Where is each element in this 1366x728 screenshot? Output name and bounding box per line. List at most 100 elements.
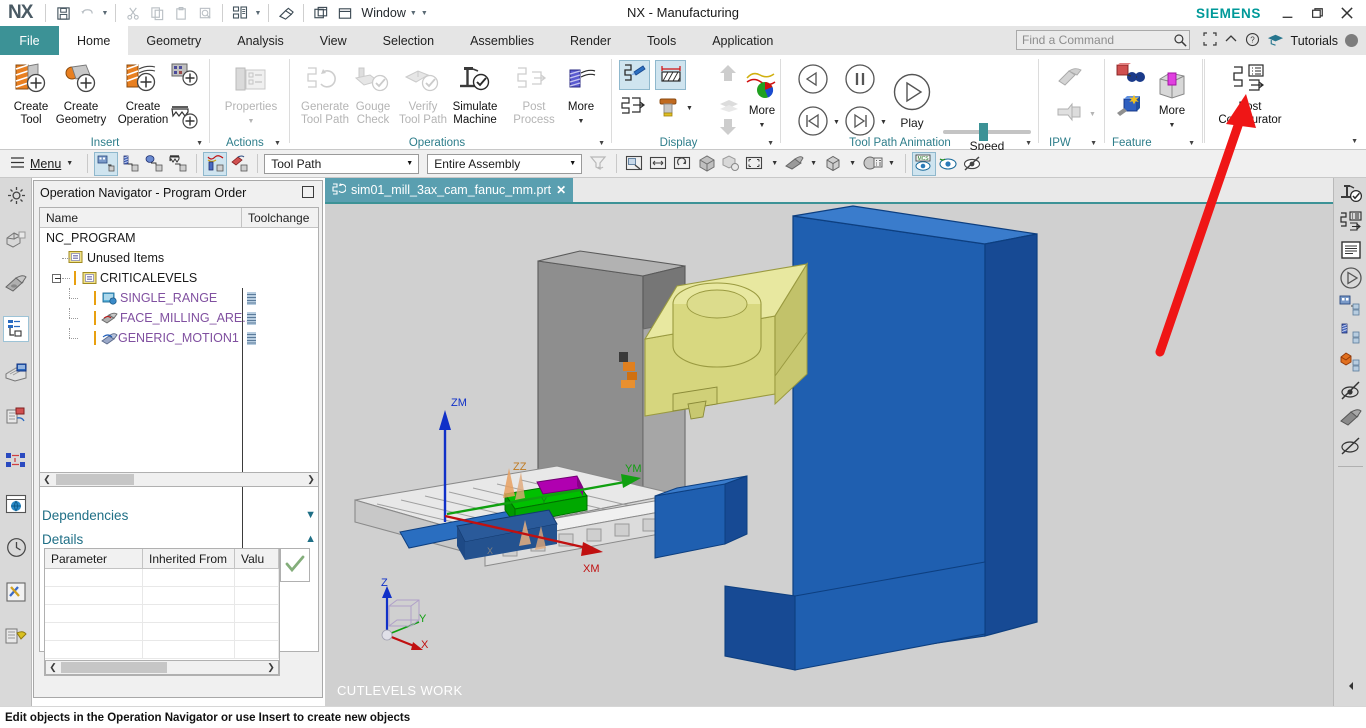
column-header-value[interactable]: Valu [235,549,279,568]
teach-feature-icon[interactable] [1114,94,1146,126]
post-configurator-button[interactable]: Post Configurator [1209,58,1291,138]
create-method-icon[interactable] [170,105,204,138]
resource-bar-item-assembly-navigator[interactable] [3,184,29,210]
right-bar-geometry-view[interactable] [1337,350,1364,376]
details-horizontal-scrollbar[interactable]: ❮ ❯ [45,660,279,675]
ipw-group-expand-arrow-icon[interactable]: ▼ [1090,140,1097,147]
tree-horizontal-scrollbar[interactable]: ❮ ❯ [39,472,319,487]
table-row[interactable]: SINGLE_RANGE [40,288,318,308]
restore-icon[interactable] [1302,1,1332,25]
section-dependencies[interactable]: Dependencies ▼ [34,503,324,527]
fullscreen-icon[interactable] [1202,32,1217,49]
speed-slider[interactable] [943,123,1031,141]
transform-icon[interactable] [228,2,252,24]
transform-dropdown-caret-icon[interactable]: ▼ [252,10,263,17]
resource-bar-item-part-navigator[interactable] [3,228,29,254]
tab-geometry[interactable]: Geometry [128,26,219,55]
save-icon[interactable] [51,2,75,24]
table-row[interactable] [40,368,318,388]
scroll-right-arrow-icon[interactable]: ❯ [264,662,278,673]
right-bar-shop-documentation[interactable] [1337,238,1364,264]
window-dropdown-caret-icon[interactable]: ▼ [408,10,419,17]
tool-display-icon[interactable] [656,97,682,124]
tree-expander-collapse[interactable] [52,274,61,283]
column-header-parameter[interactable]: Parameter [45,549,143,568]
window-arrange-icon[interactable] [309,2,333,24]
create-geometry-button[interactable]: Create Geometry [50,58,112,138]
scene-icon[interactable] [860,152,884,176]
play-icon[interactable] [891,71,933,116]
table-row[interactable] [40,408,318,428]
list-tool-path-icon[interactable] [620,95,648,124]
type-filter-select[interactable]: Tool Path ▼ [264,153,420,174]
undo-dropdown-caret-icon[interactable]: ▼ [99,10,110,17]
feature-group-expand-arrow-icon[interactable]: ▼ [1188,140,1195,147]
tab-selection[interactable]: Selection [365,26,452,55]
minimize-icon[interactable] [1272,1,1302,25]
window-icon[interactable] [333,2,357,24]
window-menu-label[interactable]: Window [357,6,407,20]
display-cut-region-toggle[interactable] [655,60,686,90]
resource-bar-item-history[interactable] [3,536,29,562]
orient-view-icon[interactable] [821,152,845,176]
table-row[interactable]: CRITICALEVELS [40,268,318,288]
tool-path-filter-icon[interactable] [203,151,228,176]
animation-group-expand-arrow-icon[interactable]: ▼ [1025,140,1032,147]
step-back-icon[interactable] [796,62,830,99]
scroll-right-arrow-icon[interactable]: ❯ [304,474,318,485]
resource-bar-item-machine-tool-navigator[interactable] [3,360,29,386]
rewind-dropdown-caret-icon[interactable]: ▼ [833,119,840,126]
rewind-icon[interactable] [796,104,830,141]
resource-bar-item-roles[interactable] [3,580,29,606]
display-mode-icon[interactable] [743,152,767,176]
chevron-down-icon[interactable]: ▼ [564,160,581,167]
scrollbar-thumb[interactable] [56,474,134,485]
tutorials-label[interactable]: Tutorials [1291,34,1338,48]
chevron-up-icon[interactable]: ▲ [305,533,316,545]
display-group-expand-arrow-icon[interactable]: ▼ [767,140,774,147]
find-feature-icon[interactable] [1114,63,1146,94]
resource-bar-item-web-browser[interactable] [3,492,29,518]
tab-home[interactable]: Home [59,26,129,55]
menu-caret-icon[interactable]: ▼ [66,160,73,167]
table-row[interactable] [40,428,318,448]
display-tool-path-toggle[interactable] [619,60,650,90]
copy-icon[interactable] [145,2,169,24]
right-bar-hide[interactable] [1337,434,1364,460]
resource-bar-item-reuse-library[interactable] [3,272,29,298]
geometry-view-icon[interactable] [142,152,166,176]
close-icon[interactable]: ✕ [556,183,566,197]
move-up-icon[interactable] [717,63,739,86]
ipw-solid-icon[interactable] [1055,65,1089,96]
scope-filter-select[interactable]: Entire Assembly ▼ [427,153,583,174]
actions-group-expand-arrow-icon[interactable]: ▼ [274,140,281,147]
command-search-input[interactable]: Find a Command [1016,30,1190,50]
tab-application[interactable]: Application [694,26,791,55]
fit-view-icon[interactable] [623,152,647,176]
menu-button[interactable]: Menu ▼ [0,156,81,172]
eraser-icon[interactable] [274,2,298,24]
ribbon-overflow-arrow-icon[interactable]: ▼ [1351,138,1358,145]
table-row[interactable] [40,388,318,408]
hide-all-icon[interactable] [960,152,984,176]
orient-view-caret-icon[interactable]: ▼ [849,160,856,167]
rotate-view-icon[interactable] [671,152,695,176]
machine-tool-view-icon[interactable] [118,152,142,176]
right-bar-collapse[interactable] [1337,674,1364,700]
table-row[interactable] [40,348,318,368]
right-bar-machine-tool-view[interactable] [1337,322,1364,348]
ipw-clip-icon[interactable] [1055,99,1087,128]
table-row[interactable] [40,448,318,468]
insert-group-expand-arrow-icon[interactable]: ▼ [196,140,203,147]
right-bar-hide-unhide[interactable] [1337,378,1364,404]
paste-icon[interactable] [169,2,193,24]
more-display-button[interactable]: More ▼ [742,62,782,142]
create-program-icon[interactable] [170,62,204,95]
right-bar-reuse-library[interactable] [1337,406,1364,432]
scrollbar-thumb[interactable] [61,662,167,673]
more-operations-button[interactable]: More ▼ [550,58,612,138]
tab-tools[interactable]: Tools [629,26,694,55]
simulate-machine-button[interactable]: Simulate Machine [444,58,506,138]
resource-bar-item-manufacturing-wizards[interactable] [3,404,29,430]
tab-view[interactable]: View [302,26,365,55]
